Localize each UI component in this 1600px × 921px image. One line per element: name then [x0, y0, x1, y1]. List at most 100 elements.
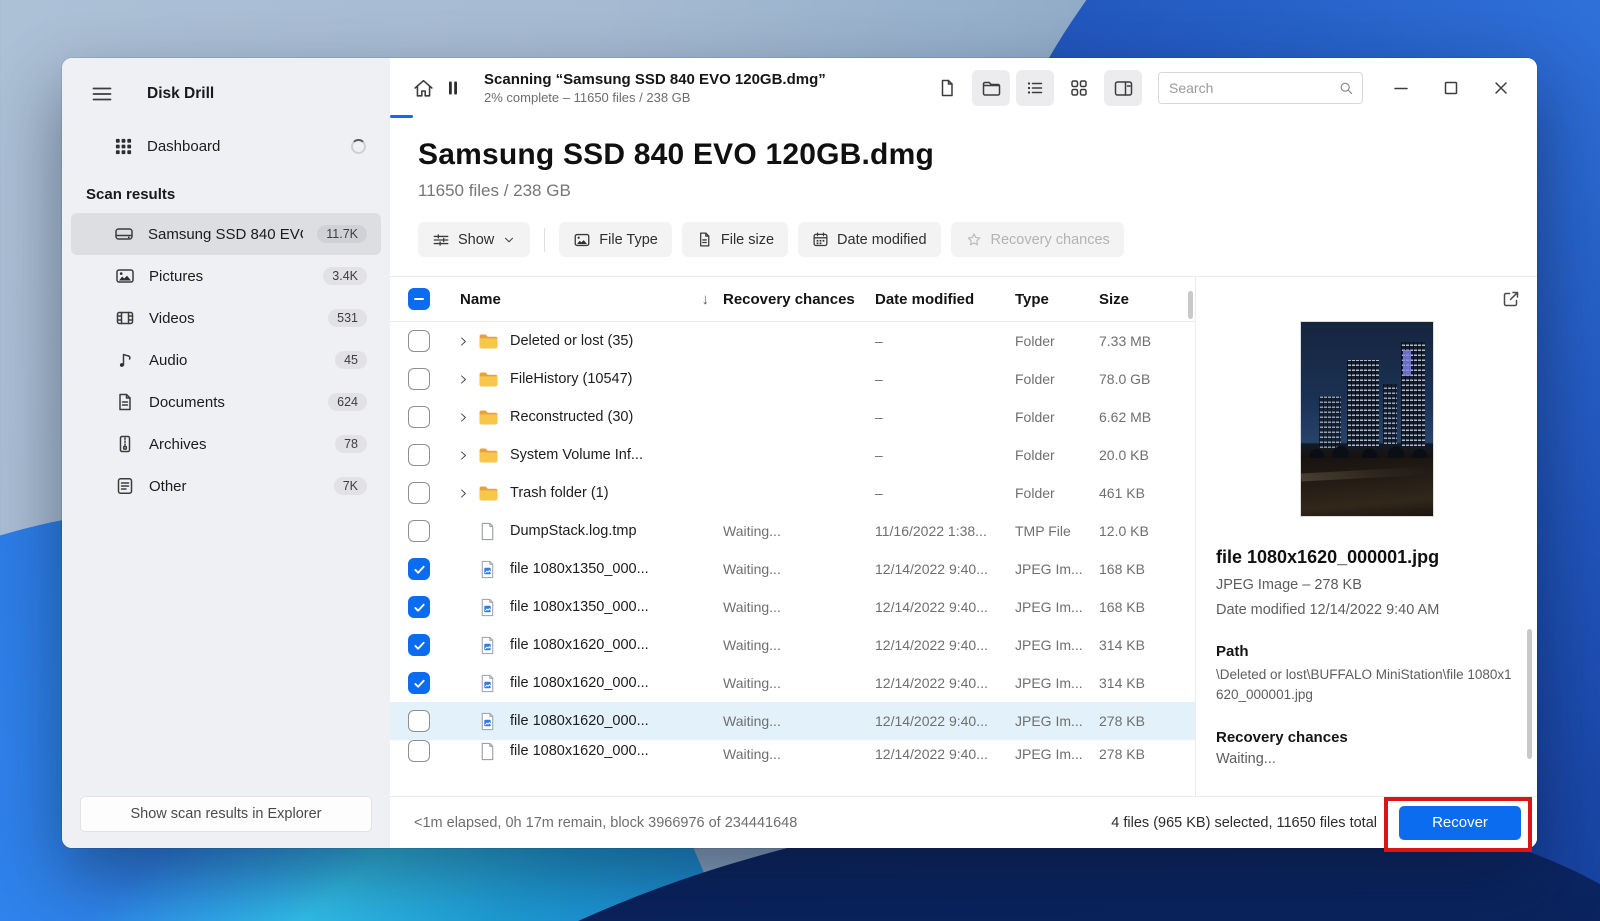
chevron-right-icon[interactable] — [448, 487, 478, 500]
chevron-right-icon[interactable] — [448, 335, 478, 348]
preview-path-heading: Path — [1216, 643, 1517, 660]
file-type-filter-button[interactable]: File Type — [559, 222, 672, 257]
row-checkbox[interactable] — [408, 444, 430, 466]
topbar: Scanning “Samsung SSD 840 EVO 120GB.dmg”… — [390, 58, 1537, 118]
close-button[interactable] — [1479, 70, 1523, 106]
row-checkbox[interactable] — [408, 558, 430, 580]
cell-type: JPEG Im... — [1015, 713, 1099, 729]
sort-descending-icon[interactable]: ↓ — [702, 291, 710, 308]
row-checkbox[interactable] — [408, 672, 430, 694]
sidebar-item-archives[interactable]: Archives 78 — [71, 423, 381, 465]
pause-icon[interactable] — [438, 73, 468, 103]
home-icon[interactable] — [408, 73, 438, 103]
grid-view-icon[interactable] — [1060, 70, 1098, 106]
show-in-explorer-button[interactable]: Show scan results in Explorer — [80, 796, 372, 832]
column-header-size[interactable]: Size — [1099, 291, 1195, 308]
column-header-type[interactable]: Type — [1015, 291, 1099, 308]
chevron-down-icon — [502, 233, 516, 247]
sidebar-item-dashboard[interactable]: Dashboard — [62, 124, 390, 168]
recover-button[interactable]: Recover — [1399, 806, 1521, 840]
cell-recovery: Waiting... — [723, 675, 875, 691]
preview-panel-icon[interactable] — [1104, 70, 1142, 106]
table-row[interactable]: file 1080x1620_000... Waiting... 12/14/2… — [390, 626, 1195, 664]
folder-icon — [478, 482, 500, 504]
preview-panel: file 1080x1620_000001.jpg JPEG Image – 2… — [1196, 277, 1537, 796]
cell-type: Folder — [1015, 447, 1099, 463]
row-checkbox[interactable] — [408, 520, 430, 542]
main-pane: Scanning “Samsung SSD 840 EVO 120GB.dmg”… — [390, 58, 1537, 848]
row-checkbox[interactable] — [408, 482, 430, 504]
sidebar-item-audio[interactable]: Audio 45 — [71, 339, 381, 381]
table-row[interactable]: Trash folder (1) – Folder 461 KB — [390, 474, 1195, 512]
search-box[interactable] — [1158, 72, 1363, 104]
sidebar-item-videos[interactable]: Videos 531 — [71, 297, 381, 339]
table-row[interactable]: Reconstructed (30) – Folder 6.62 MB — [390, 398, 1195, 436]
image-file-icon — [478, 558, 500, 580]
row-checkbox[interactable] — [408, 406, 430, 428]
row-checkbox[interactable] — [408, 634, 430, 656]
cell-date: 12/14/2022 9:40... — [875, 637, 1015, 653]
file-name: file 1080x1620_000... — [510, 637, 649, 653]
open-external-icon[interactable] — [1501, 289, 1521, 309]
other-icon — [114, 476, 135, 497]
maximize-button[interactable] — [1429, 70, 1473, 106]
sidebar-item-pictures[interactable]: Pictures 3.4K — [71, 255, 381, 297]
count-badge: 78 — [335, 435, 367, 454]
cell-date: 12/14/2022 9:40... — [875, 675, 1015, 691]
documents-icon — [114, 392, 135, 413]
row-checkbox[interactable] — [408, 330, 430, 352]
table-row[interactable]: file 1080x1620_000... Waiting... 12/14/2… — [390, 702, 1195, 740]
table-row[interactable]: file 1080x1350_000... Waiting... 12/14/2… — [390, 550, 1195, 588]
cell-date: – — [875, 447, 1015, 463]
preview-scrollbar[interactable] — [1527, 629, 1532, 759]
table-row[interactable]: file 1080x1350_000... Waiting... 12/14/2… — [390, 588, 1195, 626]
dashboard-grid-icon — [114, 137, 133, 156]
show-filter-button[interactable]: Show — [418, 222, 530, 257]
file-size-filter-button[interactable]: File size — [682, 222, 788, 257]
folder-view-icon[interactable] — [972, 70, 1010, 106]
calendar-icon — [812, 231, 829, 248]
list-view-icon[interactable] — [1016, 70, 1054, 106]
minimize-button[interactable] — [1379, 70, 1423, 106]
table-row[interactable]: file 1080x1620_000... Waiting... 12/14/2… — [390, 664, 1195, 702]
cell-date: 12/14/2022 9:40... — [875, 746, 1015, 762]
cell-type: JPEG Im... — [1015, 675, 1099, 691]
search-input[interactable] — [1169, 80, 1338, 96]
chevron-right-icon[interactable] — [448, 449, 478, 462]
column-header-recovery[interactable]: Recovery chances — [723, 291, 875, 308]
column-header-name[interactable]: Name — [460, 291, 501, 308]
cell-date: 12/14/2022 9:40... — [875, 713, 1015, 729]
file-name: file 1080x1620_000... — [510, 713, 649, 729]
sidebar-item-other[interactable]: Other 7K — [71, 465, 381, 507]
file-type-filter-label: File Type — [599, 232, 658, 248]
sidebar-item-documents[interactable]: Documents 624 — [71, 381, 381, 423]
table-scrollbar[interactable] — [1188, 291, 1193, 319]
date-modified-filter-button[interactable]: Date modified — [798, 222, 940, 257]
row-checkbox[interactable] — [408, 596, 430, 618]
row-checkbox[interactable] — [408, 368, 430, 390]
file-name: Trash folder (1) — [510, 485, 609, 501]
table-row[interactable]: file 1080x1620_000... Waiting... 12/14/2… — [390, 740, 1195, 762]
select-all-checkbox[interactable] — [408, 288, 430, 310]
hamburger-menu-icon[interactable] — [87, 79, 117, 109]
cell-recovery: Waiting... — [723, 599, 875, 615]
table-row[interactable]: System Volume Inf... – Folder 20.0 KB — [390, 436, 1195, 474]
cell-size: 7.33 MB — [1099, 333, 1195, 349]
row-checkbox[interactable] — [408, 740, 430, 762]
column-header-date[interactable]: Date modified — [875, 291, 1015, 308]
preview-path-value: \Deleted or lost\BUFFALO MiniStation\fil… — [1216, 665, 1517, 704]
table-row[interactable]: Deleted or lost (35) – Folder 7.33 MB — [390, 322, 1195, 360]
scan-progress-text: <1m elapsed, 0h 17m remain, block 396697… — [414, 815, 797, 831]
sidebar-item-samsung-ssd-840-evo[interactable]: Samsung SSD 840 EVO... 11.7K — [71, 213, 381, 255]
new-session-icon[interactable] — [928, 70, 966, 106]
file-name: DumpStack.log.tmp — [510, 523, 637, 539]
table-row[interactable]: DumpStack.log.tmp Waiting... 11/16/2022 … — [390, 512, 1195, 550]
chevron-right-icon[interactable] — [448, 411, 478, 424]
drive-icon — [114, 224, 134, 245]
row-checkbox[interactable] — [408, 710, 430, 732]
chevron-right-icon[interactable] — [448, 373, 478, 386]
image-file-icon — [478, 596, 500, 618]
cell-size: 78.0 GB — [1099, 371, 1195, 387]
table-row[interactable]: FileHistory (10547) – Folder 78.0 GB — [390, 360, 1195, 398]
preview-image[interactable] — [1300, 321, 1434, 517]
